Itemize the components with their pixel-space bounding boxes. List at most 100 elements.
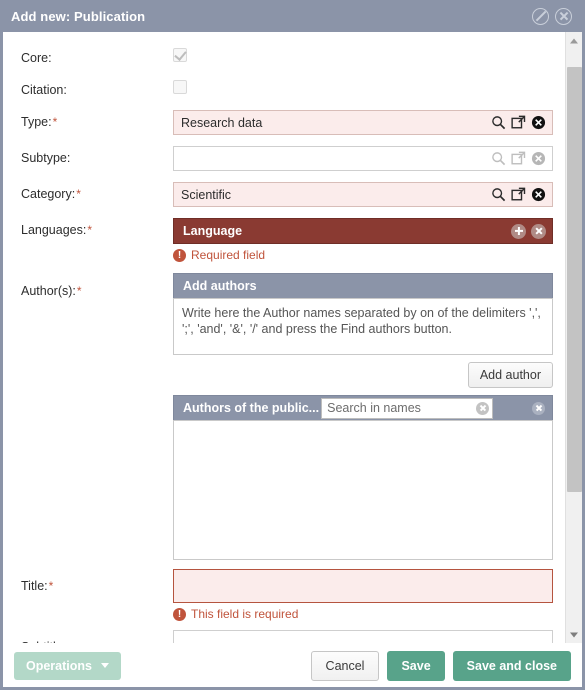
plus-circle-icon[interactable] [511,223,526,239]
citation-field [173,78,553,99]
close-icon[interactable] [555,7,572,25]
citation-label: Citation: [21,83,67,97]
type-icon-group [491,115,548,130]
type-field: Research data [173,110,553,135]
language-header-icon-group [511,223,546,239]
authors-panel-icon-group [532,401,545,415]
search-icon [491,151,506,166]
form-scroll-area: Core: Citation: Type:* Research data Sub… [3,32,565,643]
required-asterisk: * [76,284,82,298]
add-publication-dialog: Add new: Publication Core: Citation: Typ… [0,0,585,690]
form-scrollbar[interactable] [565,32,582,643]
add-authors-title: Add authors [183,279,257,293]
category-label-text: Category: [21,187,76,201]
add-authors-textarea[interactable]: Write here the Author names separated by… [173,298,553,355]
languages-error: ! Required field [173,248,553,262]
required-asterisk: * [87,223,93,237]
subtype-field [173,146,553,171]
required-asterisk: * [52,115,58,129]
field-row-type: Type:* Research data [3,110,565,135]
add-authors-placeholder: Write here the Author names separated by… [182,306,541,336]
core-checkbox[interactable] [173,48,187,62]
add-author-button[interactable]: Add author [467,362,553,388]
authors-list-panel-header: Authors of the public... Search in names [173,395,553,420]
error-exclamation-icon: ! [173,607,186,621]
chevron-down-icon [101,663,109,668]
field-row-category: Category:* Scientific [3,182,565,207]
title-error-text: This field is required [191,607,299,621]
subtype-icon-group [491,151,548,166]
language-collection-header: Language [173,218,553,244]
title-input[interactable] [173,569,553,603]
title-label-text: Title: [21,579,48,593]
search-icon[interactable] [491,115,506,130]
languages-label-text: Languages: [21,223,87,237]
subtitle-input[interactable] [173,630,553,643]
clear-icon[interactable] [531,115,546,130]
category-icon-group [491,187,548,202]
operations-button[interactable]: Operations [14,651,121,680]
clear-icon[interactable] [532,401,545,415]
search-names-input[interactable]: Search in names [321,397,494,419]
type-label: Type:* [21,110,173,130]
authors-label: Author(s):* [21,273,173,299]
open-popup-icon[interactable] [511,187,526,202]
category-label: Category:* [21,182,173,202]
ban-icon[interactable] [532,7,549,25]
dialog-title: Add new: Publication [11,8,146,24]
scrollbar-track[interactable] [566,49,583,626]
open-popup-icon [511,151,526,166]
required-asterisk: * [76,187,81,201]
dialog-titlebar: Add new: Publication [0,0,585,32]
cancel-button[interactable]: Cancel [310,650,380,681]
language-collection-title: Language [183,224,243,238]
title-label: Title:* [21,569,173,594]
open-popup-icon[interactable] [511,115,526,130]
scroll-down-arrow-icon[interactable] [565,626,582,643]
languages-label: Languages:* [21,218,173,238]
search-names-value: Search in names [327,401,421,415]
title-error: ! This field is required [173,607,553,621]
authors-field: Add authors Write here the Author names … [173,273,553,560]
subtype-lookup[interactable] [173,146,553,171]
subtitle-field [173,630,553,643]
clear-icon[interactable] [476,401,490,415]
save-button[interactable]: Save [387,650,445,681]
category-field: Scientific [173,182,553,207]
core-field [173,46,553,67]
field-row-subtype: Subtype: [3,146,565,171]
languages-field: Language ! Required field [173,218,553,262]
operations-label: Operations [26,658,92,673]
field-row-core: Core: [3,46,565,67]
add-author-button-row: Add author [173,362,553,388]
error-exclamation-icon: ! [173,248,186,262]
subtype-label: Subtype: [21,151,71,165]
core-label: Core: [21,51,52,65]
category-value: Scientific [181,187,232,202]
authors-list-box[interactable] [173,420,553,560]
type-lookup[interactable]: Research data [173,110,553,135]
field-row-citation: Citation: [3,78,565,99]
authors-label-text: Author(s): [21,284,76,298]
clear-icon[interactable] [531,187,546,202]
close-circle-icon[interactable] [531,223,546,239]
category-lookup[interactable]: Scientific [173,182,553,207]
scrollbar-thumb[interactable] [566,67,582,492]
title-field: ! This field is required [173,569,553,621]
required-asterisk: * [48,579,54,593]
citation-checkbox[interactable] [173,80,187,94]
field-row-authors: Author(s):* Add authors Write here the A… [3,273,565,560]
type-value: Research data [181,115,263,130]
field-row-languages: Languages:* Language ! Required field [3,218,565,262]
dialog-footer: Operations Cancel Save Save and close [3,643,582,687]
field-row-title: Title:* ! This field is required [3,569,565,621]
footer-action-group: Cancel Save Save and close [310,650,571,681]
titlebar-icon-group [532,7,577,25]
search-icon[interactable] [491,187,506,202]
scroll-up-arrow-icon[interactable] [565,32,582,49]
save-and-close-button[interactable]: Save and close [452,650,571,681]
languages-error-text: Required field [191,248,266,262]
type-label-text: Type: [21,115,52,129]
authors-list-title: Authors of the public... [183,401,320,415]
clear-icon [531,151,546,166]
